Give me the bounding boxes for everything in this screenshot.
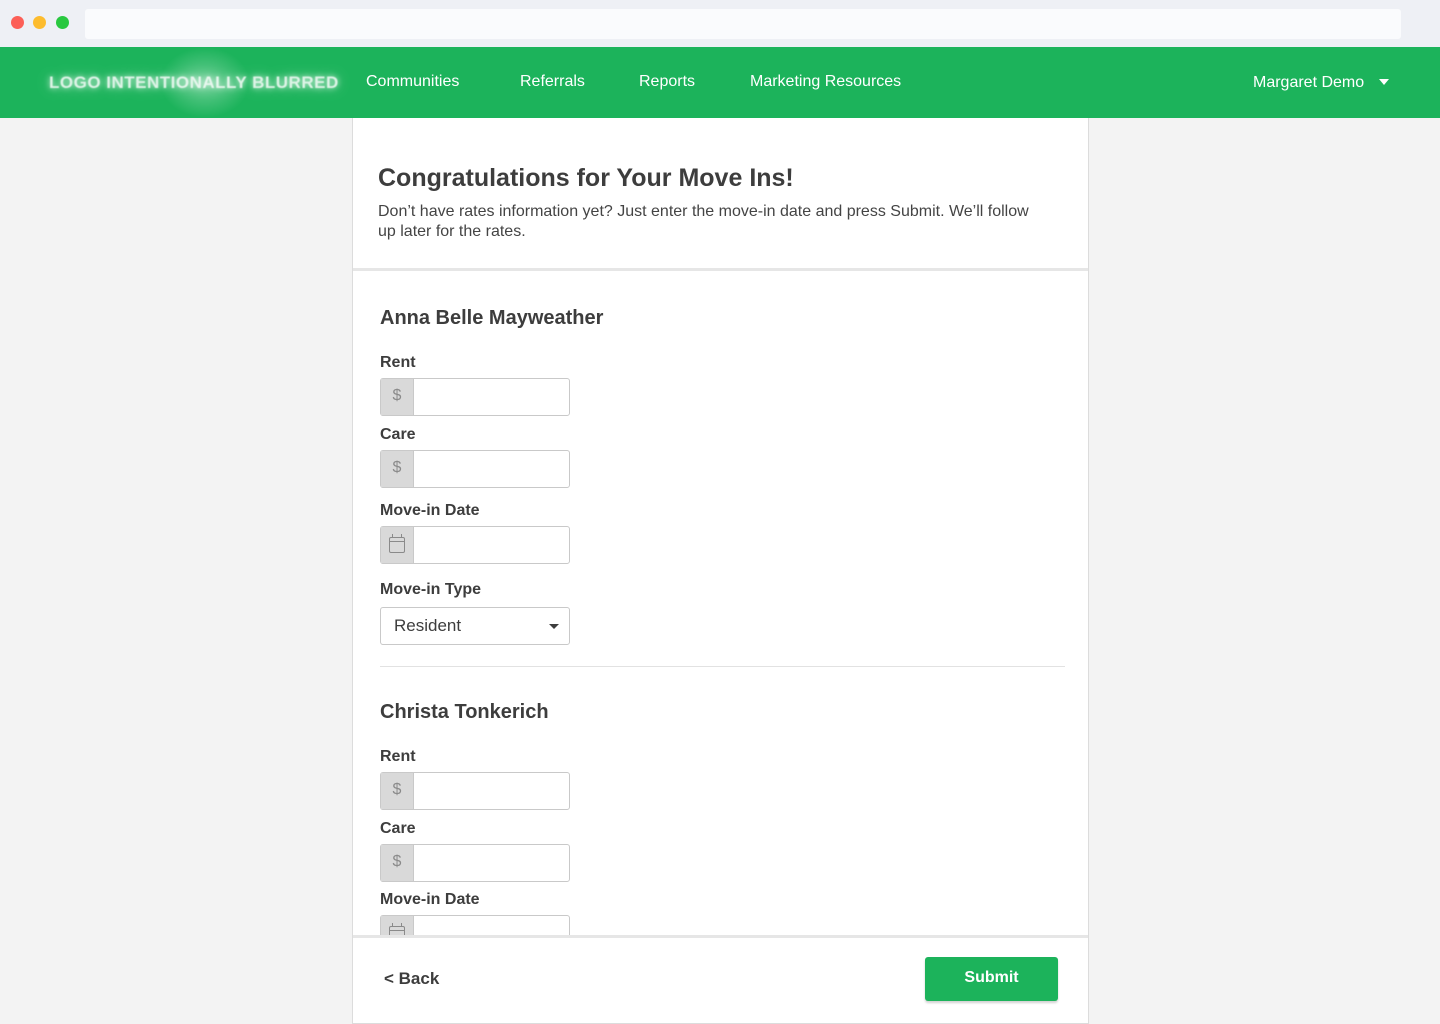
care-label: Care: [380, 426, 416, 443]
maximize-window-button[interactable]: [56, 16, 69, 29]
top-nav: LOGO INTENTIONALLY BLURRED Communities R…: [0, 47, 1440, 118]
card-footer: < Back Submit: [353, 935, 1088, 1023]
move-in-type-value: Resident: [394, 616, 462, 635]
rent-input[interactable]: $: [380, 378, 570, 416]
nav-link-communities[interactable]: Communities: [366, 73, 459, 91]
close-window-button[interactable]: [11, 16, 24, 29]
card-header: Congratulations for Your Move Ins! Don’t…: [353, 118, 1088, 271]
move-in-date-label: Move-in Date: [380, 891, 480, 908]
rent-label: Rent: [380, 748, 416, 765]
browser-chrome: [0, 0, 1440, 47]
rent-input[interactable]: $: [380, 772, 570, 810]
move-in-date-input[interactable]: [380, 526, 570, 564]
minimize-window-button[interactable]: [33, 16, 46, 29]
calendar-icon: [389, 923, 405, 935]
residents-form[interactable]: Anna Belle Mayweather Rent $ Care $ Move…: [353, 274, 1088, 935]
address-bar[interactable]: [85, 9, 1401, 39]
rent-label: Rent: [380, 354, 416, 371]
nav-link-marketing-resources[interactable]: Marketing Resources: [750, 73, 901, 91]
care-input[interactable]: $: [380, 450, 570, 488]
move-in-card: Congratulations for Your Move Ins! Don’t…: [352, 118, 1089, 1024]
care-input[interactable]: $: [380, 844, 570, 882]
move-in-type-select[interactable]: Resident: [380, 607, 570, 645]
resident-name: Anna Belle Mayweather: [380, 307, 604, 329]
dollar-icon: $: [381, 451, 414, 487]
calendar-addon[interactable]: [381, 916, 414, 935]
move-in-date-input[interactable]: [380, 915, 570, 935]
nav-link-reports[interactable]: Reports: [639, 73, 695, 91]
move-in-type-label: Move-in Type: [380, 581, 482, 598]
resident-divider: [380, 666, 1065, 667]
page-subtitle: Don’t have rates information yet? Just e…: [378, 203, 1029, 240]
logo[interactable]: LOGO INTENTIONALLY BLURRED: [49, 73, 339, 93]
user-menu[interactable]: Margaret Demo: [1253, 74, 1364, 92]
submit-button[interactable]: Submit: [925, 957, 1058, 1001]
chevron-down-icon: [549, 624, 559, 629]
back-link[interactable]: < Back: [384, 969, 439, 989]
dollar-icon: $: [381, 773, 414, 809]
calendar-addon[interactable]: [381, 527, 414, 563]
page-title: Congratulations for Your Move Ins!: [378, 164, 794, 192]
resident-name: Christa Tonkerich: [380, 701, 549, 723]
dollar-icon: $: [381, 845, 414, 881]
dollar-icon: $: [381, 379, 414, 415]
calendar-icon: [389, 534, 405, 553]
care-label: Care: [380, 820, 416, 837]
chevron-down-icon[interactable]: [1379, 79, 1389, 85]
move-in-date-label: Move-in Date: [380, 502, 480, 519]
nav-link-referrals[interactable]: Referrals: [520, 73, 585, 91]
